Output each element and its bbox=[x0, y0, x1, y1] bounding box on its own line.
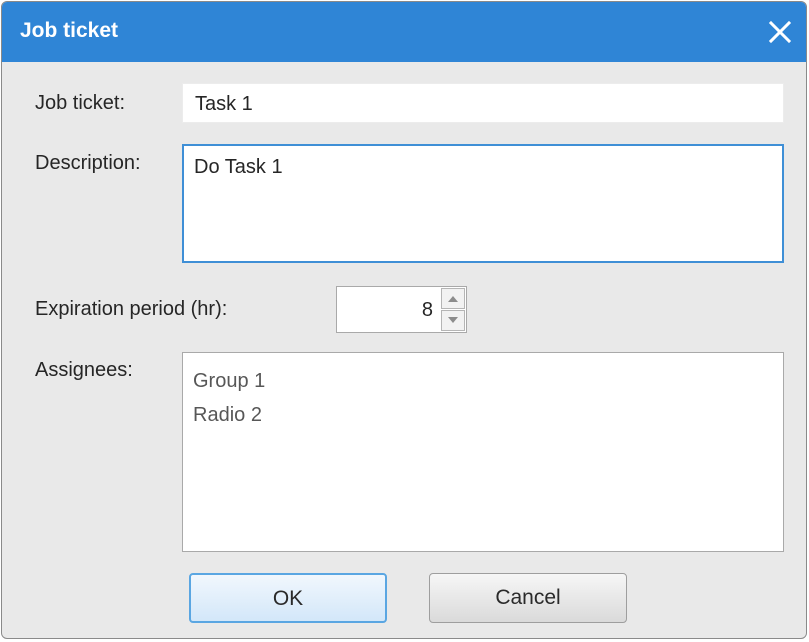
close-icon bbox=[768, 20, 792, 44]
ok-button[interactable]: OK bbox=[189, 573, 387, 623]
chevron-down-icon bbox=[448, 317, 458, 323]
job-ticket-dialog: Job ticket Job ticket: Task 1 Descriptio… bbox=[1, 1, 807, 639]
spinner-down-button[interactable] bbox=[441, 310, 465, 331]
dialog-title: Job ticket bbox=[20, 19, 119, 42]
description-textarea[interactable]: Do Task 1 bbox=[182, 144, 784, 263]
expiration-period-value[interactable]: 8 bbox=[337, 287, 439, 332]
title-bar: Job ticket bbox=[2, 2, 806, 62]
list-item[interactable]: Group 1 bbox=[193, 367, 773, 401]
chevron-up-icon bbox=[448, 296, 458, 302]
expiration-period-spinner[interactable]: 8 bbox=[336, 286, 467, 333]
list-item[interactable]: Radio 2 bbox=[193, 401, 773, 435]
assignees-label: Assignees: bbox=[35, 359, 133, 381]
assignees-list[interactable]: Group 1 Radio 2 bbox=[182, 352, 784, 552]
cancel-button[interactable]: Cancel bbox=[429, 573, 627, 623]
description-label: Description: bbox=[35, 152, 141, 174]
job-ticket-label: Job ticket: bbox=[35, 92, 126, 114]
expiration-period-label: Expiration period (hr): bbox=[35, 298, 228, 320]
close-button[interactable] bbox=[762, 14, 798, 50]
job-ticket-input[interactable]: Task 1 bbox=[182, 83, 784, 123]
spinner-up-button[interactable] bbox=[441, 288, 465, 309]
